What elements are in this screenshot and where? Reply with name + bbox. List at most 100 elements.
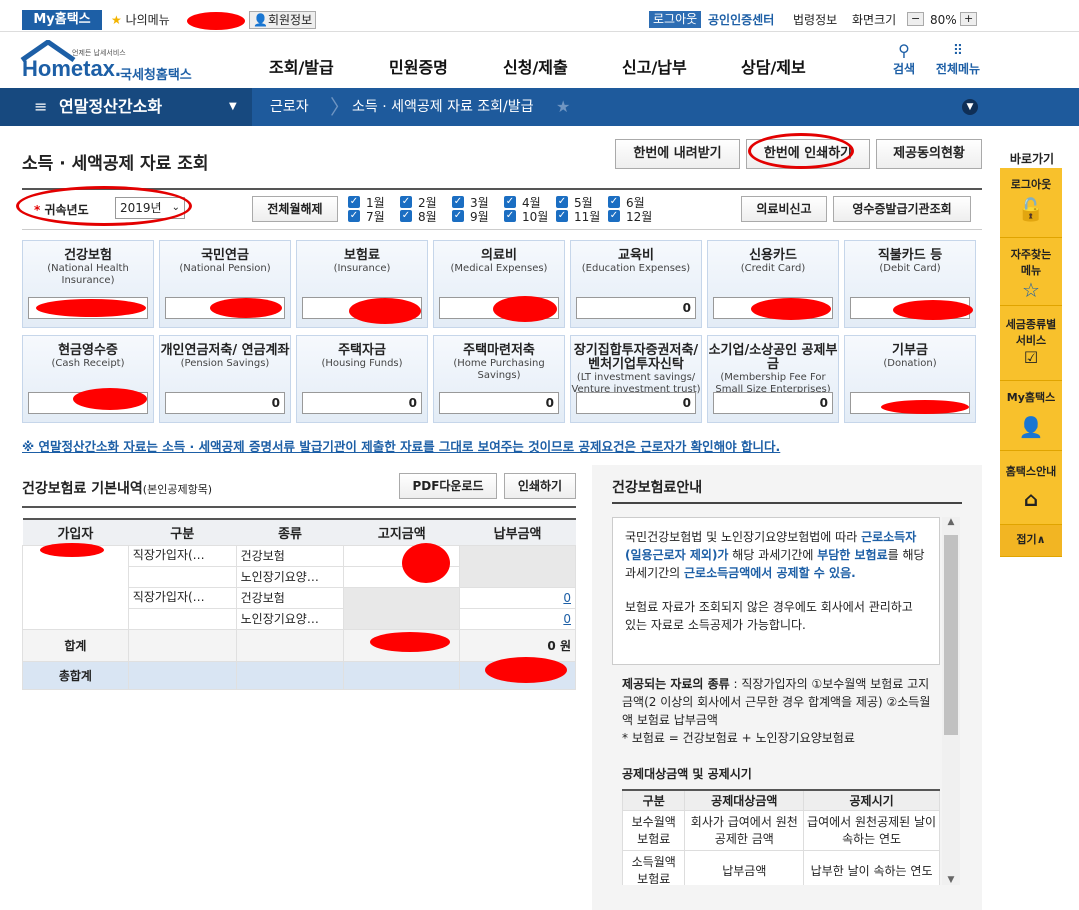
print-all-button[interactable]: 한번에 인쇄하기 <box>746 139 870 169</box>
favorite-star-icon[interactable]: ★ <box>556 88 570 126</box>
month-checkbox-10[interactable]: ✓ <box>504 210 516 222</box>
download-all-button[interactable]: 한번에 내려받기 <box>615 139 740 169</box>
year-label: * 귀속년도 <box>34 203 89 217</box>
pdf-download-button[interactable]: PDF다운로드 <box>399 473 497 499</box>
scroll-up-icon[interactable]: ▲ <box>942 517 960 527</box>
member-info-button[interactable]: 👤회원정보 <box>249 11 317 29</box>
breadcrumb-current[interactable]: 소득 · 세액공제 자료 조회/발급 <box>352 88 534 126</box>
deduct-cell: 납부금액 <box>684 849 805 885</box>
breadcrumb-worker[interactable]: 근로자 <box>270 88 309 126</box>
guide-text: 보험료 자료가 조회되지 않은 경우에도 회사에서 관리하고 있는 자료로 소득… <box>625 600 913 632</box>
star-icon: ★ <box>111 13 122 27</box>
deduct-table: 구분 공제대상금액 공제시기 보수월액 보험료 회사가 급여에서 원천공제한 금… <box>621 789 940 885</box>
quick-guide-label: 홈택스안내 <box>1005 465 1057 478</box>
deduction-card[interactable]: 장기집합투자증권저축/ 벤처기업투자신탁 (LT investment savin… <box>570 335 702 423</box>
section-select[interactable]: ≡ 연말정산간소화 ▼ <box>0 88 252 126</box>
cert-center-link[interactable]: 공인인증센터 <box>708 12 774 28</box>
quick-guide[interactable]: 홈택스안내 ⌂ <box>1000 451 1062 525</box>
my-hometax-link[interactable]: My홈택스 <box>22 10 102 30</box>
guide-panel: 건강보험료안내 국민건강보험법 및 노인장기요양보험법에 따라 근로소득자(일용… <box>592 465 982 910</box>
month-checkbox-3[interactable]: ✓ <box>452 196 464 208</box>
detail-title-text: 건강보험료 기본내역 <box>22 481 143 497</box>
receipt-org-button[interactable]: 영수증발급기관조회 <box>833 196 971 222</box>
quick-tax-services[interactable]: 세금종류별 서비스 ☑ <box>1000 306 1062 381</box>
search-button[interactable]: ⚲ 검색 <box>886 42 922 77</box>
paid-amount-cell[interactable]: 0 <box>459 607 576 630</box>
card-subtitle: (Pension Savings) <box>180 358 270 369</box>
col-paid-amount: 납부금액 <box>459 518 576 545</box>
month-checkbox-7[interactable]: ✓ <box>348 210 360 222</box>
month-checkbox-5[interactable]: ✓ <box>556 196 568 208</box>
month-checkbox-11[interactable]: ✓ <box>556 210 568 222</box>
caret-down-icon: ▼ <box>229 101 237 112</box>
member-info-label: 회원정보 <box>267 13 313 27</box>
deduction-card[interactable]: 교육비 (Education Expenses) 0 <box>570 240 702 328</box>
guide-scroll-area[interactable]: 국민건강보험법 및 노인장기요양보험법에 따라 근로소득자(일용근로자 제외)가… <box>612 517 962 885</box>
month-checkbox-6[interactable]: ✓ <box>608 196 620 208</box>
detail-title-note: (본인공제항목) <box>142 483 213 496</box>
month-checkbox-12[interactable]: ✓ <box>608 210 620 222</box>
deduction-card[interactable]: 현금영수증 (Cash Receipt) <box>22 335 154 423</box>
deduct-row: 보수월액 보험료 회사가 급여에서 원천공제한 금액 급여에서 원천공제된 날이… <box>621 809 940 851</box>
section-label: 연말정산간소화 <box>59 97 163 116</box>
menu-application[interactable]: 신청/제출 <box>503 54 568 78</box>
medical-report-button[interactable]: 의료비신고 <box>741 196 827 222</box>
fold-button[interactable]: 접기∧ <box>1000 525 1062 557</box>
consent-status-button[interactable]: 제공동의현황 <box>876 139 982 169</box>
scroll-thumb[interactable] <box>944 535 958 735</box>
menu-inquiry[interactable]: 조회/발급 <box>269 54 334 78</box>
quick-logout[interactable]: 로그아웃 🔓 <box>1000 168 1062 238</box>
month-checkbox-1[interactable]: ✓ <box>348 196 360 208</box>
menu-consult[interactable]: 상담/제보 <box>741 54 806 78</box>
card-title: 현금영수증 <box>58 343 118 358</box>
month-checkbox-2[interactable]: ✓ <box>400 196 412 208</box>
month-label: 8월 <box>418 210 437 224</box>
month-checkbox-8[interactable]: ✓ <box>400 210 412 222</box>
redaction-mark <box>893 300 973 320</box>
print-button[interactable]: 인쇄하기 <box>504 473 576 499</box>
sum-paid: 0 원 <box>459 628 576 662</box>
detail-title: 건강보험료 기본내역(본인공제항목) <box>22 478 212 498</box>
provided-info: 제공되는 자료의 종류 : 직장가입자의 ①보수월액 보험료 고지금액(2 이상… <box>612 675 940 747</box>
redaction-mark <box>881 400 969 414</box>
quick-favorites[interactable]: 자주찾는 메뉴 ☆ <box>1000 238 1062 306</box>
logout-button[interactable]: 로그아웃 <box>649 11 702 28</box>
zoom-in-button[interactable]: + <box>960 12 978 26</box>
menu-certificate[interactable]: 민원증명 <box>389 54 448 78</box>
hometax-logo[interactable]: 언제든 납세서비스 Hometax. 국세청홈택스 <box>20 40 210 84</box>
paid-amount-cell[interactable]: 0 <box>459 586 576 609</box>
col-member: 가입자 <box>22 518 129 545</box>
month-checkbox-4[interactable]: ✓ <box>504 196 516 208</box>
quick-links-title: 바로가기 <box>1009 152 1055 166</box>
guide-text: 해당 과세기간에 <box>728 548 818 562</box>
notice-link[interactable]: ※ 연말정산간소화 자료는 소득 · 세액공제 증명서류 발급기관이 제출한 자… <box>22 436 780 455</box>
card-amount: 0 <box>165 392 285 414</box>
year-select[interactable]: 2019년 ⌄ <box>115 197 185 219</box>
paid-amount-link[interactable]: 0 <box>563 612 571 626</box>
grid-icon: ⠿ <box>952 43 964 59</box>
deduct-cell: 회사가 급여에서 원천공제한 금액 <box>684 809 805 851</box>
quick-myhometax[interactable]: My홈택스 👤 <box>1000 381 1062 451</box>
sum-row: 합계 0 원 <box>22 628 576 662</box>
global-nav: 언제든 납세서비스 Hometax. 국세청홈택스 조회/발급 민원증명 신청/… <box>0 32 1079 88</box>
uncheck-all-button[interactable]: 전체월해제 <box>252 196 338 222</box>
all-menu-button[interactable]: ⠿ 전체메뉴 <box>930 42 986 77</box>
deduction-card[interactable]: 주택자금 (Housing Funds) 0 <box>296 335 428 423</box>
deduct-col: 구분 <box>621 789 686 811</box>
menu-report[interactable]: 신고/납부 <box>622 54 687 78</box>
deduction-card[interactable]: 소기업/소상공인 공제부금 (Membership Fee For Small S… <box>707 335 839 423</box>
deduction-card[interactable]: 개인연금저축/ 연금계좌 (Pension Savings) 0 <box>159 335 291 423</box>
scroll-down-icon[interactable]: ▼ <box>942 875 960 885</box>
card-subtitle: (Education Expenses) <box>581 263 691 274</box>
type-cell: 직장가입자(… <box>127 544 237 567</box>
guide-scrollbar[interactable]: ▲ ▼ <box>942 517 960 885</box>
top-bar: My홈택스 ★ 나의메뉴 👤회원정보 로그아웃 공인인증센터 법령정보 화면크기… <box>0 8 1079 32</box>
my-menu-link[interactable]: ★ 나의메뉴 <box>111 12 170 28</box>
zoom-out-button[interactable]: − <box>907 12 925 26</box>
month-checkbox-9[interactable]: ✓ <box>452 210 464 222</box>
paid-amount-link[interactable]: 0 <box>563 591 571 605</box>
redaction-mark <box>751 298 831 320</box>
deduction-card[interactable]: 주택마련저축 (Home Purchasing Savings) 0 <box>433 335 565 423</box>
expand-icon[interactable]: ▼ <box>962 99 978 115</box>
law-info-link[interactable]: 법령정보 <box>793 12 837 28</box>
